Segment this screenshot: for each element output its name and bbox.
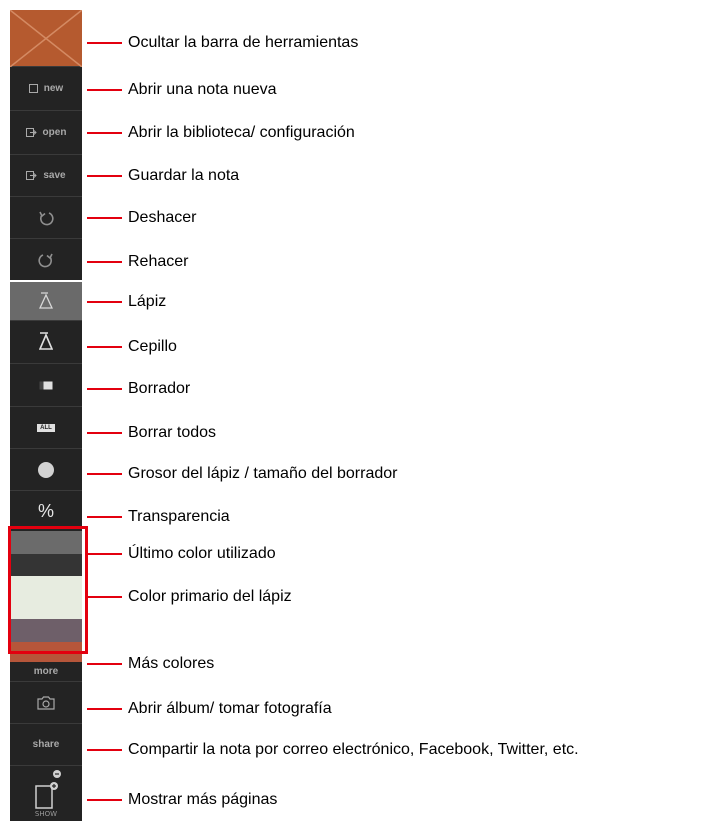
pen-size-button[interactable]	[10, 449, 82, 491]
annotation-clear-all: Borrar todos	[128, 424, 217, 441]
callout-line-more	[87, 663, 122, 665]
hide-toolbar-button[interactable]	[10, 9, 82, 67]
callout-line-transparency	[87, 516, 122, 518]
brush-icon	[39, 332, 53, 350]
callout-line-clear-all	[87, 432, 122, 434]
annotation-show-pages: Mostrar más páginas	[128, 791, 278, 808]
annotation-share: Compartir la nota por correo electrónico…	[128, 741, 579, 758]
annotation-transparency: Transparencia	[128, 508, 230, 525]
callout-line-brush	[87, 346, 122, 348]
open-icon	[25, 128, 37, 137]
annotation-pen-size: Grosor del lápiz / tamaño del borrador	[128, 465, 398, 482]
annotation-primary-color: Color primario del lápiz	[128, 588, 292, 605]
callout-line-save	[87, 175, 122, 177]
brush-tool-button[interactable]	[10, 321, 82, 364]
annotation-last-color: Último color utilizado	[128, 545, 276, 562]
callout-line-open	[87, 132, 122, 134]
callout-line-hide	[87, 42, 122, 44]
share-button[interactable]: share	[10, 724, 82, 766]
show-pages-button[interactable]: SHOW	[10, 766, 82, 821]
callout-line-share	[87, 749, 122, 751]
pencil-tool-button[interactable]	[10, 282, 82, 321]
camera-icon	[37, 696, 55, 710]
open-library-button[interactable]: open	[10, 111, 82, 155]
undo-icon	[39, 211, 54, 225]
clear-all-button[interactable]: ALL	[10, 407, 82, 449]
annotation-hide-toolbar: Ocultar la barra de herramientas	[128, 34, 359, 51]
callout-line-new	[87, 89, 122, 91]
save-icon	[26, 171, 38, 180]
annotation-new-note: Abrir una nota nueva	[128, 81, 277, 98]
annotation-eraser: Borrador	[128, 380, 191, 397]
callout-line-show	[87, 799, 122, 801]
undo-button[interactable]	[10, 197, 82, 239]
callout-line-undo	[87, 217, 122, 219]
annotation-undo: Deshacer	[128, 209, 197, 226]
new-label: new	[43, 83, 64, 94]
annotation-pencil: Lápiz	[128, 293, 167, 310]
callout-line-eraser	[87, 388, 122, 390]
more-label: more	[33, 666, 59, 677]
percent-icon: %	[37, 500, 54, 521]
callout-line-pencil	[87, 301, 122, 303]
annotation-more-colors: Más colores	[128, 655, 215, 672]
callout-line-primary-color	[87, 596, 122, 598]
redo-button[interactable]	[10, 239, 82, 280]
save-note-button[interactable]: save	[10, 155, 82, 197]
callout-line-last-color	[87, 553, 122, 555]
annotation-camera: Abrir álbum/ tomar fotografía	[128, 700, 332, 717]
toolbar: new open save ALL % more share SHOW	[10, 9, 82, 821]
new-page-icon	[28, 84, 38, 93]
all-badge: ALL	[37, 423, 55, 432]
show-label: SHOW	[34, 810, 58, 818]
callout-line-camera	[87, 708, 122, 710]
eraser-tool-button[interactable]	[10, 364, 82, 407]
eraser-icon	[39, 381, 53, 389]
camera-button[interactable]	[10, 682, 82, 724]
share-label: share	[32, 739, 60, 750]
more-colors-button[interactable]: more	[10, 662, 82, 682]
open-label: open	[42, 127, 67, 138]
pages-icon	[35, 770, 61, 809]
size-dot-icon	[38, 461, 54, 478]
annotation-brush: Cepillo	[128, 338, 177, 355]
redo-icon	[38, 253, 53, 267]
new-note-button[interactable]: new	[10, 67, 82, 111]
close-x-icon	[10, 9, 82, 67]
callout-line-size	[87, 473, 122, 475]
pencil-icon	[39, 292, 53, 309]
callout-line-redo	[87, 261, 122, 263]
annotation-redo: Rehacer	[128, 253, 189, 270]
save-label: save	[43, 170, 66, 181]
annotation-open-library: Abrir la biblioteca/ configuración	[128, 124, 355, 141]
annotation-save-note: Guardar la nota	[128, 167, 240, 184]
color-highlight-box	[8, 526, 88, 654]
transparency-button[interactable]: %	[10, 491, 82, 531]
